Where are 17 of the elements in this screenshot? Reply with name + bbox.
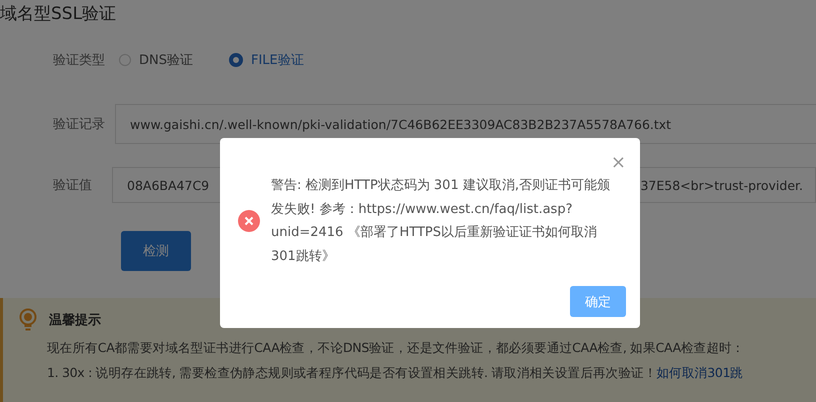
- tip-title: 温馨提示: [49, 312, 101, 329]
- radio-label: FILE验证: [251, 52, 304, 69]
- radio-option[interactable]: DNS验证: [119, 51, 193, 69]
- radio-label: DNS验证: [139, 52, 193, 69]
- tip-text: 1. 30x : 说明存在跳转, 需要检查伪静态规则或者程序代码是否有设置相关跳转. 请取消相关设置后再次验证！如何取消301跳: [47, 365, 744, 382]
- ok-button[interactable]: 确定: [570, 286, 626, 317]
- alert-message: 警告: 检测到HTTP状态码为 301 建议取消,否则证书可能颁发失败! 参考：https://www.west.cn/faq/list.asp?unid=2416 《部署了HTTPS以后重新验证证书如何取消301跳转》: [271, 177, 611, 266]
- help-link[interactable]: 如何取消301跳: [656, 365, 743, 380]
- lightbulb-icon: [19, 308, 37, 332]
- tip-text: 现在所有CA都需要对域名型证书进行CAA检查，不论DNS验证，还是文件验证，都必须要通过CAA检查, 如果CAA检查超时：: [47, 340, 746, 357]
- field-label: 验证记录: [53, 116, 105, 133]
- error-icon: [238, 210, 260, 232]
- radio-option[interactable]: FILE验证: [229, 51, 304, 69]
- check-button[interactable]: 检测: [121, 231, 191, 271]
- field-label: 验证类型: [53, 52, 106, 69]
- field-label: 验证值: [53, 177, 93, 194]
- page-title: 域名型SSL验证: [0, 3, 118, 26]
